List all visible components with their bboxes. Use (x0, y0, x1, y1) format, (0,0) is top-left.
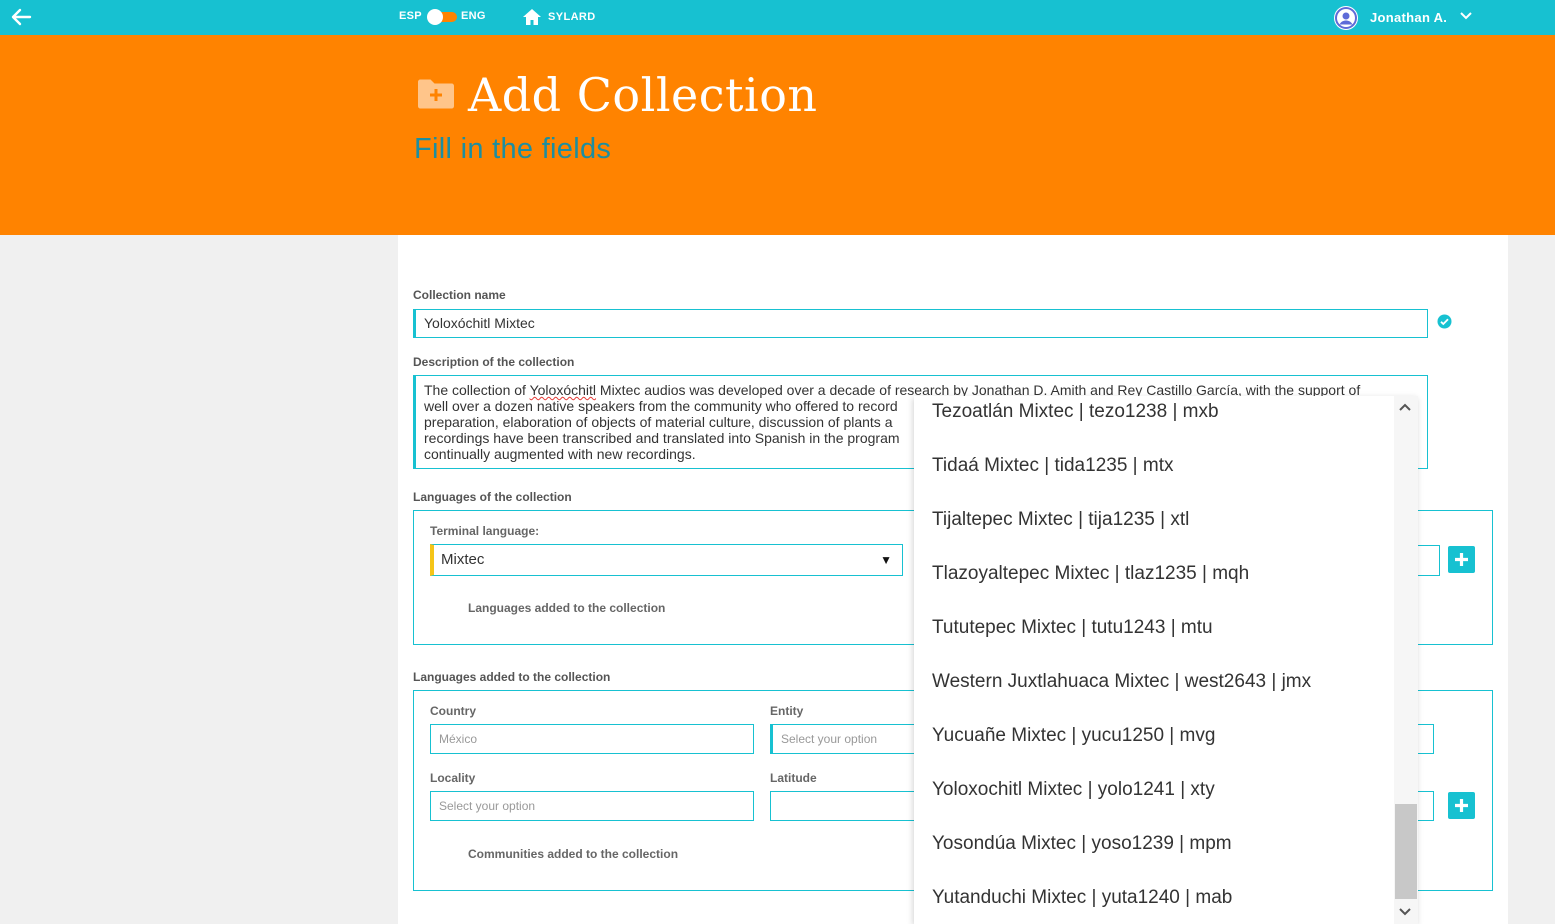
language-toggle[interactable] (427, 9, 457, 25)
collection-name-input[interactable]: Yoloxóchitl Mixtec (413, 309, 1428, 338)
plus-icon (1455, 799, 1468, 812)
terminal-language-value: Mixtec (441, 551, 485, 568)
language-option-esp[interactable]: ESP (399, 10, 422, 22)
dropdown-option[interactable]: Yucuañe Mixtec | yucu1250 | mvg (932, 725, 1215, 747)
country-placeholder: México (439, 732, 478, 746)
page-header (0, 35, 1555, 235)
home-link[interactable]: SYLARD (548, 11, 596, 23)
scroll-up-icon[interactable] (1398, 400, 1412, 415)
locality-label: Locality (430, 771, 476, 785)
scroll-down-icon[interactable] (1398, 905, 1412, 920)
terminal-language-select[interactable]: Mixtec ▼ (430, 544, 903, 576)
entity-row-input-stub[interactable] (1417, 724, 1434, 754)
scrollbar-thumb[interactable] (1395, 804, 1417, 899)
plus-icon (1455, 553, 1468, 566)
terminal-language-label: Terminal language: (430, 524, 540, 538)
page-title: Add Collection (468, 68, 818, 122)
locality-row-input-stub[interactable] (1417, 791, 1434, 821)
dropdown-option[interactable]: Yoloxochitl Mixtec | yolo1241 | xty (932, 779, 1215, 801)
folder-plus-icon (416, 78, 456, 110)
latitude-input[interactable] (770, 791, 920, 821)
latitude-label: Latitude (770, 771, 817, 785)
top-navigation-bar: ESP ENG SYLARD Jonathan A. (0, 0, 1555, 35)
languages-section-label: Languages of the collection (413, 490, 572, 504)
chevron-down-icon[interactable] (1459, 9, 1473, 25)
dropdown-arrow-icon: ▼ (880, 553, 892, 567)
locality-select[interactable]: Select your option (430, 791, 754, 821)
language-option-eng[interactable]: ENG (461, 10, 486, 22)
dropdown-option[interactable]: Tijaltepec Mixtec | tija1235 | xtl (932, 509, 1189, 531)
page-subtitle: Fill in the fields (414, 133, 612, 165)
language-dropdown-list: Tezoatlán Mixtec | tezo1238 | mxb Tidaá … (914, 396, 1418, 924)
country-select[interactable]: México (430, 724, 754, 754)
user-avatar-icon[interactable] (1334, 6, 1358, 30)
language-input-stub[interactable] (1417, 545, 1440, 576)
dropdown-option[interactable]: Western Juxtlahuaca Mixtec | west2643 | … (932, 671, 1311, 693)
dropdown-option[interactable]: Yutanduchi Mixtec | yuta1240 | mab (932, 887, 1232, 909)
languages-added-inner-label: Languages added to the collection (468, 601, 666, 615)
home-icon[interactable] (522, 8, 542, 26)
entity-placeholder: Select your option (781, 732, 878, 746)
dropdown-option[interactable]: Tlazoyaltepec Mixtec | tlaz1235 | mqh (932, 563, 1249, 585)
check-circle-icon (1437, 314, 1452, 329)
locality-placeholder: Select your option (439, 799, 536, 813)
languages-added-section-label: Languages added to the collection (413, 670, 611, 684)
description-label: Description of the collection (413, 355, 575, 369)
collection-name-label: Collection name (413, 288, 506, 302)
add-community-button[interactable] (1448, 792, 1475, 819)
dropdown-option[interactable]: Tidaá Mixtec | tida1235 | mtx (932, 455, 1174, 477)
communities-added-label: Communities added to the collection (468, 847, 679, 861)
entity-label: Entity (770, 704, 804, 718)
country-label: Country (430, 704, 476, 718)
dropdown-option[interactable]: Tezoatlán Mixtec | tezo1238 | mxb (932, 401, 1219, 423)
back-arrow-icon[interactable] (10, 6, 34, 28)
toggle-knob (427, 9, 443, 25)
entity-select[interactable]: Select your option (770, 724, 920, 754)
dropdown-option[interactable]: Tututepec Mixtec | tutu1243 | mtu (932, 617, 1213, 639)
add-language-button[interactable] (1448, 546, 1475, 573)
user-name[interactable]: Jonathan A. (1370, 10, 1447, 25)
dropdown-option[interactable]: Yosondúa Mixtec | yoso1239 | mpm (932, 833, 1232, 855)
